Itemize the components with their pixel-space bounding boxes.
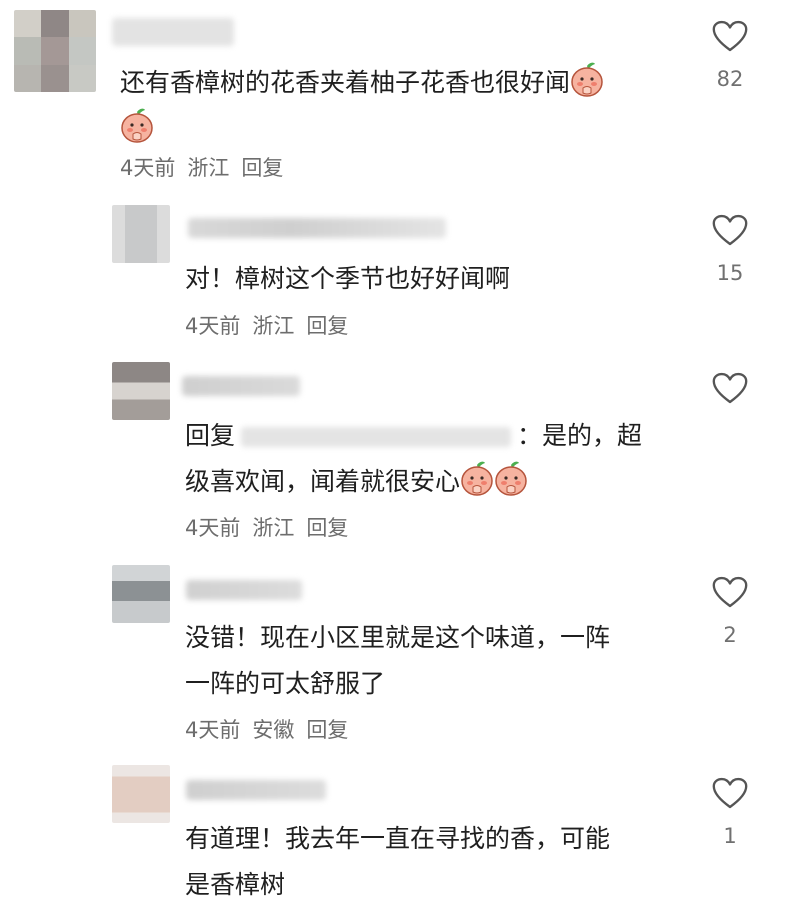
avatar[interactable]: [14, 10, 96, 92]
comment-meta: 4天前 浙江 回复: [185, 311, 360, 341]
heart-outline-icon: [712, 214, 748, 247]
peach-face-emoji-icon: [120, 107, 154, 143]
username-blurred[interactable]: [182, 376, 300, 396]
username-blurred[interactable]: [186, 780, 326, 800]
heart-outline-icon: [712, 777, 748, 810]
comment-meta: 4天前 浙江 回复: [120, 153, 295, 183]
comment-text: 对！樟树这个季节也好好闻啊: [185, 256, 685, 302]
like-button[interactable]: 82: [710, 20, 750, 91]
peach-face-emoji-icon: [460, 460, 494, 496]
comment-text-line2: 一阵的可太舒服了: [185, 669, 386, 698]
comment-time: 4天前: [185, 718, 241, 742]
comment-text-line2: 级喜欢闻，闻着就很安心: [185, 467, 461, 496]
avatar[interactable]: [112, 362, 170, 420]
comment-text-body: ：是的，超: [517, 421, 643, 450]
comment-text: 回复 ：是的，超 级喜欢闻，闻着就很安心: [185, 413, 685, 505]
peach-face-emoji-icon: [494, 460, 528, 496]
replied-username-blurred[interactable]: [241, 427, 512, 447]
comment-location: 浙江: [252, 314, 295, 338]
heart-outline-icon: [712, 372, 748, 405]
reply-button[interactable]: 回复: [306, 516, 348, 540]
reply-button[interactable]: 回复: [241, 156, 283, 180]
like-count: 15: [716, 261, 744, 285]
like-count: 1: [723, 824, 737, 848]
comment-text-line1: 有道理！我去年一直在寻找的香，可能: [185, 824, 611, 853]
heart-outline-icon: [712, 20, 748, 53]
like-count: 82: [716, 67, 744, 91]
like-button[interactable]: 2: [710, 576, 750, 647]
reply-prefix: 回复: [185, 421, 236, 450]
username-blurred[interactable]: [186, 580, 302, 600]
comment-text: 没错！现在小区里就是这个味道，一阵 一阵的可太舒服了: [185, 615, 705, 707]
comment-location: 安徽: [252, 718, 295, 742]
peach-face-emoji-icon: [570, 61, 604, 97]
comment-meta: 4天前 浙江 回复: [185, 513, 360, 543]
comment-time: 4天前: [120, 156, 176, 180]
comment-location: 浙江: [252, 516, 295, 540]
avatar[interactable]: [112, 205, 170, 263]
username-blurred[interactable]: [188, 218, 446, 238]
avatar[interactable]: [112, 565, 170, 623]
like-button[interactable]: 1: [710, 777, 750, 848]
comment-location: 浙江: [187, 156, 230, 180]
comment-text-body: 还有香樟树的花香夹着柚子花香也很好闻: [120, 68, 571, 97]
comment-text-line1: 没错！现在小区里就是这个味道，一阵: [185, 623, 611, 652]
like-count: 2: [723, 623, 737, 647]
comment-time: 4天前: [185, 516, 241, 540]
avatar[interactable]: [112, 765, 170, 823]
heart-outline-icon: [712, 576, 748, 609]
like-button[interactable]: [710, 372, 750, 419]
comment-text-body: 对！樟树这个季节也好好闻啊: [185, 264, 511, 293]
comment-time: 4天前: [185, 314, 241, 338]
comment-meta: 4天前 安徽 回复: [185, 715, 360, 745]
like-button[interactable]: 15: [710, 214, 750, 285]
reply-button[interactable]: 回复: [306, 718, 348, 742]
comment-text-line2: 是香樟树: [185, 870, 286, 899]
comment-text: 有道理！我去年一直在寻找的香，可能 是香樟树: [185, 816, 705, 908]
reply-button[interactable]: 回复: [306, 314, 348, 338]
comment-text: 还有香樟树的花香夹着柚子花香也很好闻: [120, 60, 680, 152]
username-blurred[interactable]: [112, 18, 234, 46]
